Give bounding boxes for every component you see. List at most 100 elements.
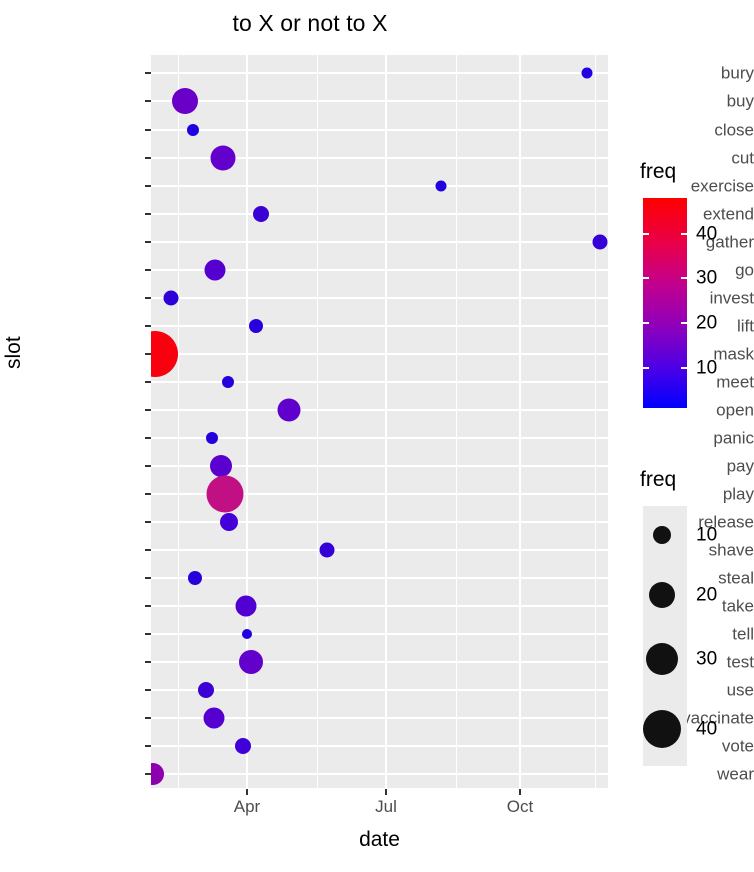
data-point[interactable]: [151, 763, 164, 785]
gridline-horizontal: [151, 129, 608, 131]
size-key-label-30: 30: [696, 648, 718, 670]
y-tick-mark: [145, 157, 151, 159]
gridline-horizontal: [151, 437, 608, 439]
colorbar-tick: [681, 366, 687, 369]
colorbar-label-20: 20: [696, 312, 718, 334]
x-tick-label-apr: Apr: [233, 797, 261, 816]
data-point[interactable]: [220, 513, 238, 531]
data-point[interactable]: [172, 88, 198, 114]
x-tick-mark: [519, 789, 521, 795]
gridline-vertical-minor: [316, 55, 318, 788]
data-point[interactable]: [319, 542, 335, 558]
colorbar-label-10: 10: [696, 357, 718, 379]
data-point[interactable]: [235, 738, 251, 754]
data-point[interactable]: [435, 180, 447, 192]
colorbar-tick: [681, 232, 687, 235]
size-legend-title: freq: [640, 468, 677, 491]
data-point[interactable]: [204, 259, 226, 281]
y-tick-mark: [145, 465, 151, 467]
y-tick-label-buy: buy: [726, 91, 754, 111]
y-tick-mark: [145, 661, 151, 663]
y-tick-mark: [145, 605, 151, 607]
y-tick-mark: [145, 325, 151, 327]
x-tick-label-oct: Oct: [506, 797, 534, 816]
y-tick-mark: [145, 633, 151, 635]
colorbar-tick: [643, 322, 649, 325]
data-point[interactable]: [277, 398, 301, 422]
colorbar-label-30: 30: [696, 267, 718, 289]
colorbar-tick: [681, 322, 687, 325]
colorbar-label-40: 40: [696, 223, 718, 245]
color-legend-title: freq: [640, 160, 677, 183]
gridline-vertical-minor: [455, 55, 457, 788]
data-point[interactable]: [188, 571, 202, 585]
y-tick-mark: [145, 381, 151, 383]
data-point[interactable]: [203, 707, 225, 729]
y-tick-mark: [145, 353, 151, 355]
y-tick-mark: [145, 745, 151, 747]
gridline-horizontal: [151, 353, 608, 355]
gridline-horizontal: [151, 297, 608, 299]
gridline-horizontal: [151, 185, 608, 187]
y-tick-label-play: play: [722, 484, 754, 504]
size-key-label-20: 20: [696, 584, 718, 606]
y-tick-mark: [145, 689, 151, 691]
gridline-vertical-major: [519, 55, 521, 788]
colorbar-tick: [643, 277, 649, 280]
gridline-vertical-major: [385, 55, 387, 788]
data-point[interactable]: [206, 432, 218, 444]
data-point[interactable]: [581, 67, 593, 79]
gridline-horizontal: [151, 409, 608, 411]
gridline-horizontal: [151, 661, 608, 663]
gridline-horizontal: [151, 213, 608, 215]
data-point[interactable]: [249, 319, 263, 333]
size-key-dot-20: [649, 582, 675, 608]
y-tick-mark: [145, 577, 151, 579]
data-point[interactable]: [198, 682, 214, 698]
data-point[interactable]: [235, 595, 257, 617]
gridline-horizontal: [151, 689, 608, 691]
y-tick-label-bury: bury: [720, 63, 754, 83]
size-key-label-40: 40: [696, 718, 718, 740]
x-tick-mark: [246, 789, 248, 795]
y-tick-mark: [145, 549, 151, 551]
gridline-vertical-minor: [594, 55, 596, 788]
gridline-horizontal: [151, 577, 608, 579]
gridline-horizontal: [151, 773, 608, 775]
y-tick-mark: [145, 297, 151, 299]
data-point[interactable]: [242, 629, 252, 639]
data-point[interactable]: [253, 206, 269, 222]
gridline-vertical-major: [246, 55, 248, 788]
y-tick-mark: [145, 717, 151, 719]
data-point[interactable]: [222, 376, 234, 388]
data-point[interactable]: [187, 124, 199, 136]
y-tick-mark: [145, 269, 151, 271]
y-tick-mark: [145, 213, 151, 215]
data-point[interactable]: [592, 234, 608, 250]
x-tick-label-jul: Jul: [375, 797, 397, 816]
gridline-horizontal: [151, 100, 608, 102]
gridline-horizontal: [151, 633, 608, 635]
y-tick-mark: [145, 521, 151, 523]
y-tick-mark: [145, 409, 151, 411]
x-axis-title: date: [359, 828, 400, 851]
size-key-label-10: 10: [696, 524, 718, 546]
y-tick-label-pay: pay: [726, 456, 754, 476]
data-point[interactable]: [210, 145, 236, 171]
plot-panel: [151, 55, 608, 788]
y-tick-label-wear: wear: [717, 764, 754, 784]
data-point[interactable]: [163, 290, 179, 306]
gridline-vertical-minor: [177, 55, 179, 788]
data-point[interactable]: [206, 475, 244, 513]
data-point[interactable]: [239, 650, 263, 674]
gridline-horizontal: [151, 241, 608, 243]
data-point[interactable]: [210, 455, 232, 477]
gridline-horizontal: [151, 72, 608, 74]
y-tick-mark: [145, 100, 151, 102]
data-point[interactable]: [151, 331, 178, 377]
gridline-horizontal: [151, 745, 608, 747]
y-tick-mark: [145, 72, 151, 74]
gridline-horizontal: [151, 605, 608, 607]
y-tick-label-panic: panic: [713, 428, 754, 448]
chart-title: to X or not to X: [232, 10, 388, 36]
